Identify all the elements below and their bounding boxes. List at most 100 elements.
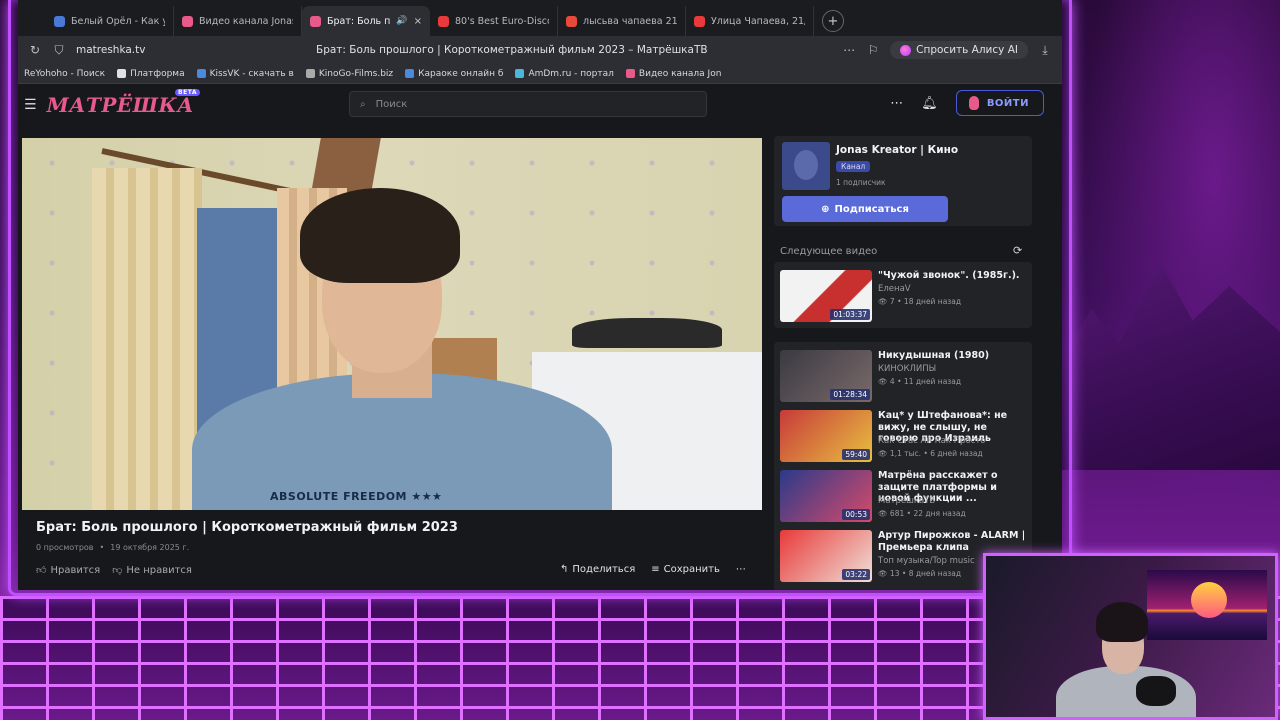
bookmark-icon[interactable]: ⚐ (866, 43, 880, 57)
tab-favicon (54, 15, 65, 27)
more-actions-button[interactable]: ⋯ (736, 564, 746, 575)
rating-actions: 👍︎ Нравится 👎︎ Не нравится (36, 564, 192, 577)
video-item-age: 11 дней назад (903, 377, 962, 386)
duration-badge: 00:53 (842, 509, 870, 520)
bookmark-favicon (405, 69, 415, 78)
download-icon[interactable]: ⤓ (1038, 43, 1052, 58)
meta-separator: • (923, 449, 928, 458)
video-item-title[interactable]: "Чужой звонок". (1985г.). (878, 270, 1028, 282)
view-count: 0 просмотров (36, 543, 94, 552)
meta-separator: • (906, 509, 912, 518)
tab-favicon (694, 15, 705, 27)
tab-1[interactable]: Белый Орёл - Как упоите (46, 6, 174, 36)
matreshka-site: ☰ МАТРЁШКА BETA ⌕ Поиск ⋯ 🔔︎ ВОЙТИ ABSOL… (18, 84, 1062, 590)
bookmark-item[interactable]: AmDm.ru - портал (515, 69, 614, 79)
bookmark-item[interactable]: Караоке онлайн б (405, 69, 503, 79)
more-icon[interactable]: ⋯ (890, 96, 903, 111)
tab-favicon (182, 15, 193, 27)
webcam-monitor-sun (1191, 582, 1227, 618)
next-video-heading: Следующее видео (780, 246, 878, 257)
duration-badge: 01:28:34 (830, 389, 870, 400)
video-thumbnail[interactable]: 03:22 (780, 530, 872, 582)
like-label: Нравится (50, 564, 101, 576)
menu-icon[interactable]: ☰ (24, 97, 37, 113)
site-info-icon[interactable]: ⛉ (52, 43, 66, 58)
bookmark-item[interactable]: KinoGo-Films.biz (305, 68, 394, 79)
duration-badge: 03:22 (842, 569, 870, 580)
video-thumbnail[interactable]: 59:40 (780, 410, 872, 462)
video-item-title[interactable]: Артур Пирожков - ALARM | Премьера клипа (878, 530, 1028, 553)
bookmark-label: KinoGo-Films.biz (318, 68, 394, 79)
video-thumbnail[interactable]: 00:53 (780, 470, 872, 522)
like-button[interactable]: 👍︎ Нравится (36, 564, 101, 577)
matryoshka-icon (968, 96, 979, 110)
bookmark-label: Видео канала Jon (638, 68, 722, 79)
bookmark-favicon (196, 69, 206, 78)
video-item-views: 7 (889, 297, 895, 306)
bookmark-label: Караоке онлайн б (418, 68, 504, 79)
list-item[interactable]: 01:03:37 "Чужой звонок". (1985г.). Елена… (774, 266, 1024, 322)
video-item-channel[interactable]: ЕленаV (878, 284, 911, 294)
video-item-views: 1,1 тыс. (889, 449, 922, 458)
dislike-button[interactable]: 👎︎ Не нравится (112, 564, 192, 577)
ask-alice-button[interactable]: Спросить Алису AI (890, 41, 1028, 59)
bookmark-favicon (305, 69, 315, 78)
list-item[interactable]: 00:53 Матрёна расскажет о защите платфор… (774, 466, 1024, 522)
autoplay-toggle-icon[interactable]: ⟳ (1013, 244, 1022, 257)
video-item-age: 22 дня назад (913, 509, 966, 518)
login-button[interactable]: ВОЙТИ (955, 90, 1044, 116)
video-item-channel[interactable]: КИНОКЛИПЫ (878, 364, 936, 374)
tab-label: лысьва чапаева 21-3 — Я (583, 15, 677, 27)
reload-icon[interactable]: ↻ (28, 43, 42, 57)
video-item-stats: 👁︎ 7 • 18 дней назад (878, 297, 961, 306)
alice-icon (900, 44, 912, 56)
video-thumbnail[interactable]: 01:03:37 (780, 270, 872, 322)
bookmark-item[interactable]: KissVK - скачать в (196, 68, 294, 79)
tab-5[interactable]: лысьва чапаева 21-3 — Я (558, 6, 686, 36)
browser-window: Белый Орёл - Как упоите Видео канала Jon… (18, 0, 1062, 590)
webcam-overlay (983, 553, 1278, 720)
list-item[interactable]: 01:28:34 Никудышная (1980) КИНОКЛИПЫ 👁︎ … (774, 346, 1024, 402)
video-player[interactable]: ABSOLUTE FREEDOM ★★★ (22, 138, 762, 510)
list-item[interactable]: 59:40 Кац* у Штефанова*: не вижу, не слы… (774, 406, 1024, 462)
new-tab-button[interactable]: + (822, 10, 844, 32)
close-icon[interactable]: × (414, 16, 422, 27)
header-actions: ⋯ 🔔︎ ВОЙТИ (890, 90, 1044, 116)
url-field[interactable]: matreshka.tv (76, 44, 306, 56)
subscribe-button[interactable]: ⊕ Подписаться (782, 196, 948, 222)
video-item-title[interactable]: Никудышная (1980) (878, 350, 1028, 362)
bookmark-favicon (515, 69, 525, 78)
more-icon[interactable]: ⋯ (842, 43, 856, 57)
share-icon: ↰ (560, 564, 569, 575)
video-item-channel[interactable]: Как Стас Ай Как Просто (878, 436, 985, 446)
tab-6[interactable]: Улица Чапаева, 21/3 на к (686, 6, 814, 36)
speaker-icon[interactable]: 🔊 (396, 16, 407, 26)
next-video-card[interactable]: 01:03:37 "Чужой звонок". (1985г.). Елена… (774, 262, 1032, 328)
video-item-channel[interactable]: МатрёшкаТВ (878, 496, 935, 506)
search-input[interactable]: ⌕ Поиск (349, 91, 707, 117)
share-button[interactable]: ↰ Поделиться (560, 564, 635, 575)
tab-label: Белый Орёл - Как упоите (71, 15, 165, 27)
tab-favicon (310, 15, 321, 27)
site-logo[interactable]: МАТРЁШКА BETA (46, 89, 200, 117)
video-item-stats: 👁︎ 1,1 тыс. • 6 дней назад (878, 449, 983, 458)
share-label: Поделиться (572, 564, 636, 575)
channel-name[interactable]: Jonas Kreator | Кино (836, 144, 958, 156)
logo-text: МАТРЁШКА (46, 93, 194, 117)
video-item-channel[interactable]: Топ музыка/Top music (878, 556, 975, 566)
bookmark-item[interactable]: Платформа (117, 69, 185, 79)
bell-icon[interactable]: 🔔︎ (921, 96, 938, 111)
save-button[interactable]: ≡ Сохранить (651, 564, 720, 575)
bookmark-label: KissVK - скачать в (209, 68, 294, 79)
tab-3-active[interactable]: Брат: Боль прошлого 🔊 × (302, 6, 430, 36)
channel-avatar[interactable] (782, 142, 830, 190)
publish-date: 19 октября 2025 г. (110, 543, 190, 552)
bookmark-item[interactable]: Видео канала Jon (625, 68, 722, 79)
tab-2[interactable]: Видео канала Jonas Kreat (174, 6, 302, 36)
tab-favicon (438, 15, 449, 27)
beta-badge: BETA (175, 89, 200, 96)
playlist-add-icon: ≡ (651, 564, 660, 575)
video-thumbnail[interactable]: 01:28:34 (780, 350, 872, 402)
bookmark-item[interactable]: ReYohoho - Поиск (24, 69, 105, 79)
tab-4[interactable]: 80's Best Euro-Disco, Syn (430, 6, 558, 36)
